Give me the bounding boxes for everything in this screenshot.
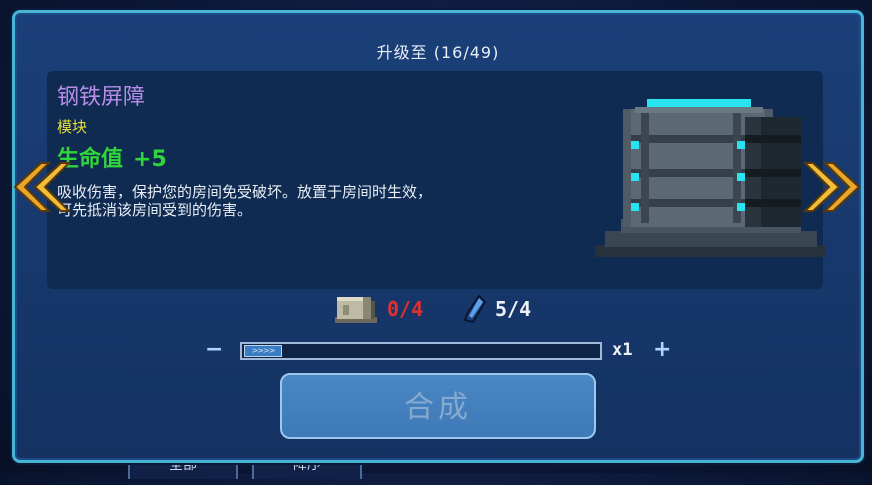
stat-value: +5 bbox=[133, 147, 167, 172]
quantity-row: − >>>> x1 + bbox=[0, 338, 872, 364]
quantity-slider-knob[interactable]: >>>> bbox=[244, 345, 282, 357]
plates-count: 0/4 bbox=[387, 297, 424, 321]
dialog-title: 升级至 (16/49) bbox=[376, 43, 500, 62]
item-name: 钢铁屏障 bbox=[57, 85, 146, 110]
crystal-requirement: 5/4 bbox=[463, 289, 531, 329]
item-type: 模块 bbox=[57, 118, 88, 136]
item-stat: 生命值 +5 bbox=[57, 141, 167, 173]
description-line: 吸收伤害，保护您的房间免受破坏。放置于房间时生效， bbox=[57, 183, 433, 201]
crystal-count: 5/4 bbox=[495, 297, 532, 321]
description-line: 可先抵消该房间受到的伤害。 bbox=[57, 201, 253, 219]
quantity-value: x1 bbox=[612, 340, 633, 360]
next-arrow-icon[interactable] bbox=[803, 161, 863, 213]
previous-arrow-icon[interactable] bbox=[11, 161, 71, 213]
increase-quantity-button[interactable]: + bbox=[653, 338, 671, 362]
metal-plate-icon bbox=[335, 297, 377, 323]
decrease-quantity-button[interactable]: − bbox=[205, 338, 223, 362]
craft-button[interactable]: 合成 bbox=[280, 373, 596, 439]
item-info-panel: 钢铁屏障 模块 生命值 +5 吸收伤害，保护您的房间免受破坏。放置于房间时生效， … bbox=[47, 71, 825, 289]
plates-requirement: 0/4 bbox=[333, 289, 423, 329]
crystal-shard-icon bbox=[463, 294, 487, 324]
quantity-slider[interactable]: >>>> bbox=[240, 342, 602, 360]
item-description: 吸收伤害，保护您的房间免受破坏。放置于房间时生效， 可先抵消该房间受到的伤害。 bbox=[57, 183, 597, 219]
requirements-row: 0/4 5/4 bbox=[0, 289, 872, 329]
steel-barrier-module-icon bbox=[595, 99, 825, 257]
